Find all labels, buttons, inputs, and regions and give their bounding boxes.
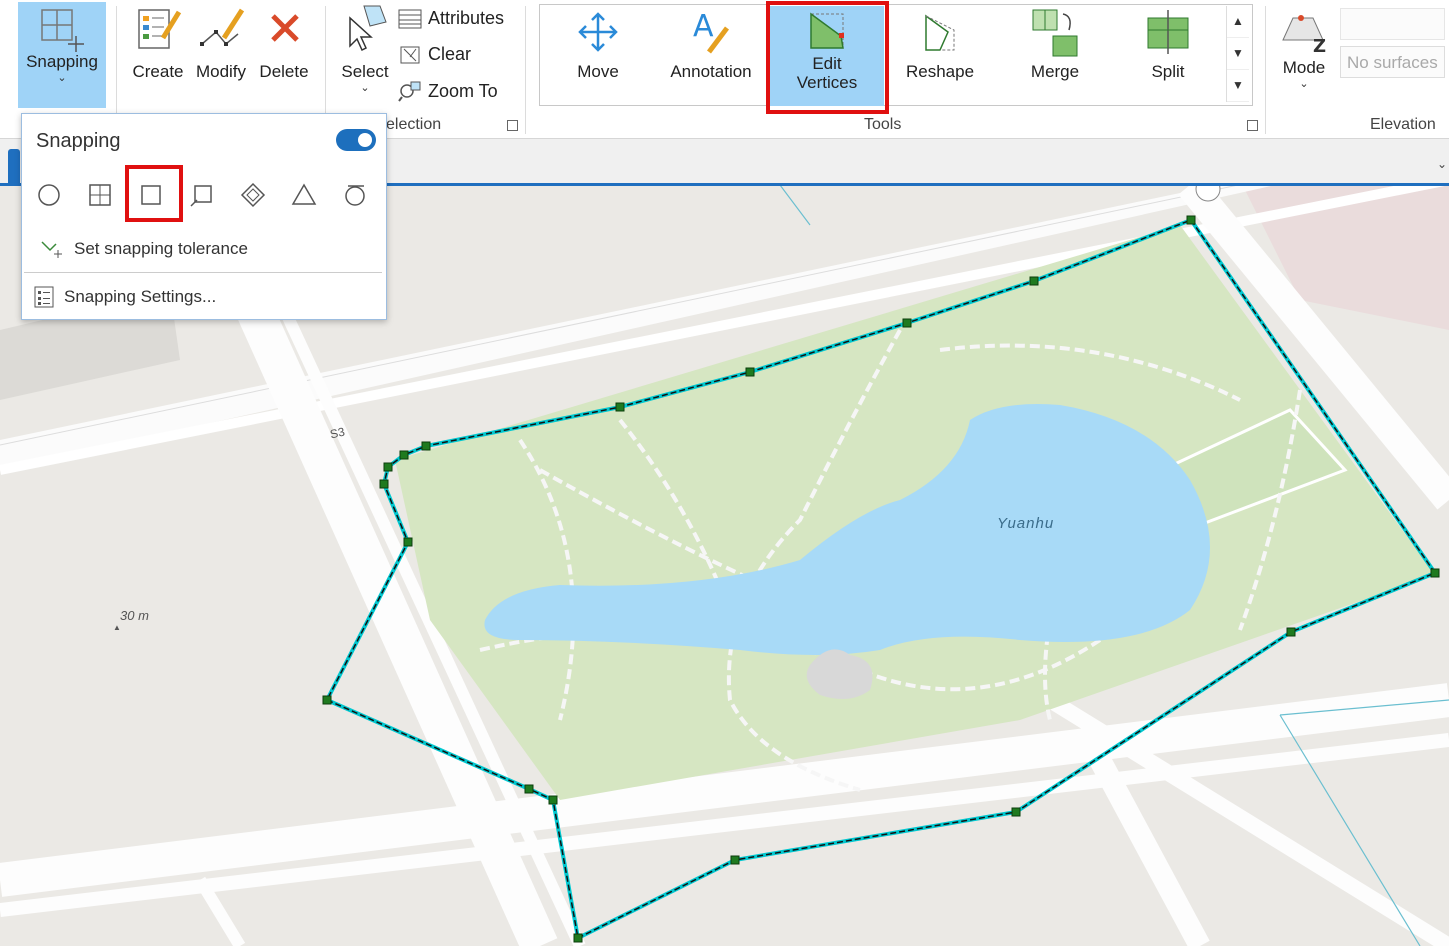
attributes-icon	[398, 9, 422, 28]
settings-list-icon	[34, 286, 54, 308]
create-label: Create	[132, 62, 184, 81]
snap-agent-toolbar	[32, 176, 376, 216]
create-button[interactable]: Create	[128, 4, 188, 104]
zoom-to-icon	[398, 81, 421, 102]
elevation-field[interactable]	[1340, 8, 1445, 40]
elevation-point-label: 30 m	[120, 608, 149, 623]
modify-icon	[200, 8, 245, 46]
intersection-snap-icon[interactable]	[236, 176, 270, 214]
reshape-label: Reshape	[905, 62, 975, 81]
modify-label: Modify	[195, 62, 247, 81]
snapping-icon	[41, 9, 84, 52]
merge-label: Merge	[1030, 62, 1080, 81]
move-button[interactable]: Move	[560, 8, 636, 100]
popup-divider	[24, 272, 382, 273]
gallery-expand-icon[interactable]: ▼	[1227, 70, 1249, 102]
annotation-icon: A	[693, 9, 729, 54]
set-snapping-tolerance-item[interactable]: Set snapping tolerance	[40, 238, 248, 260]
elevation-marker-icon: ▲	[113, 623, 121, 632]
reshape-icon	[925, 14, 955, 51]
edge-snap-highlight	[125, 165, 183, 222]
snapping-label: Snapping	[26, 52, 98, 71]
select-label: Select	[341, 62, 389, 81]
merge-icon	[1032, 9, 1078, 57]
toggle-knob	[358, 133, 372, 147]
snapping-button[interactable]: Snapping ⌄	[18, 2, 106, 108]
modify-button[interactable]: Modify	[190, 4, 252, 104]
vertex-snap-icon[interactable]	[83, 176, 117, 214]
snapping-tolerance-icon	[41, 241, 62, 258]
clear-label: Clear	[428, 44, 472, 64]
gallery-scroll[interactable]: ▲ ▼ ▼	[1226, 6, 1249, 102]
endpoint-snap-icon[interactable]	[185, 176, 219, 214]
attributes-label: Attributes	[428, 8, 505, 28]
select-button[interactable]: Select ⌄	[336, 4, 394, 104]
point-snap-icon[interactable]	[32, 176, 66, 214]
split-icon	[1147, 10, 1189, 54]
mode-label: Mode	[1282, 58, 1326, 77]
select-icon	[349, 5, 387, 52]
tools-launcher-icon[interactable]	[1247, 120, 1258, 131]
chevron-down-icon[interactable]: ▼	[1227, 38, 1249, 70]
split-button[interactable]: Split	[1130, 8, 1206, 100]
split-label: Split	[1151, 62, 1185, 81]
chevron-down-icon: ⌄	[1299, 78, 1309, 90]
merge-button[interactable]: Merge	[1014, 8, 1096, 100]
selection-launcher-icon[interactable]	[507, 120, 518, 131]
tools-group-label: Tools	[864, 116, 902, 133]
delete-label: Delete	[259, 62, 309, 81]
move-label: Move	[577, 62, 619, 81]
elevation-group-label: Elevation	[1370, 116, 1436, 133]
tangent-snap-icon[interactable]	[338, 176, 372, 214]
zoom-to-label: Zoom To	[428, 80, 498, 101]
chevron-down-icon: ⌄	[360, 82, 370, 94]
mode-button[interactable]: Z Mode ⌄	[1272, 4, 1336, 104]
map-tab[interactable]	[8, 149, 20, 183]
reshape-button[interactable]: Reshape	[898, 8, 982, 100]
clear-selection-icon	[400, 46, 420, 63]
annotation-button[interactable]: A Annotation	[660, 8, 762, 100]
settings-label: Snapping Settings...	[64, 287, 217, 306]
selection-group-label: election	[386, 116, 442, 133]
elevation-mode-icon: Z	[1282, 15, 1326, 54]
snapping-dropdown: Snapping Set snapping tolerance Snapping…	[21, 113, 387, 320]
lake-label: Yuanhu	[997, 515, 1055, 532]
snapping-settings-item[interactable]: Snapping Settings...	[34, 286, 216, 308]
chevron-down-icon: ⌄	[57, 72, 67, 84]
move-icon	[578, 12, 618, 52]
annotation-label: Annotation	[670, 62, 752, 81]
road-label: S3	[328, 424, 346, 442]
surfaces-dropdown[interactable]: No surfaces	[1340, 46, 1445, 78]
snapping-toggle[interactable]	[336, 129, 376, 151]
attributes-button[interactable]: Attributes	[398, 8, 504, 29]
zoom-to-button[interactable]: Zoom To	[398, 80, 498, 102]
tolerance-label: Set snapping tolerance	[74, 239, 248, 258]
midpoint-snap-icon[interactable]	[287, 176, 321, 214]
delete-icon	[271, 14, 299, 42]
edit-vertices-highlight	[766, 1, 889, 114]
chevron-up-icon[interactable]: ▲	[1227, 6, 1249, 38]
delete-button[interactable]: Delete	[254, 4, 314, 104]
create-features-icon	[138, 9, 182, 49]
clear-button[interactable]: Clear	[398, 44, 471, 65]
svg-text:Z: Z	[1313, 36, 1326, 54]
tab-overflow-icon[interactable]: ⌄	[1437, 157, 1447, 171]
svg-text:A: A	[693, 9, 714, 44]
snapping-popup-title: Snapping	[36, 130, 121, 152]
